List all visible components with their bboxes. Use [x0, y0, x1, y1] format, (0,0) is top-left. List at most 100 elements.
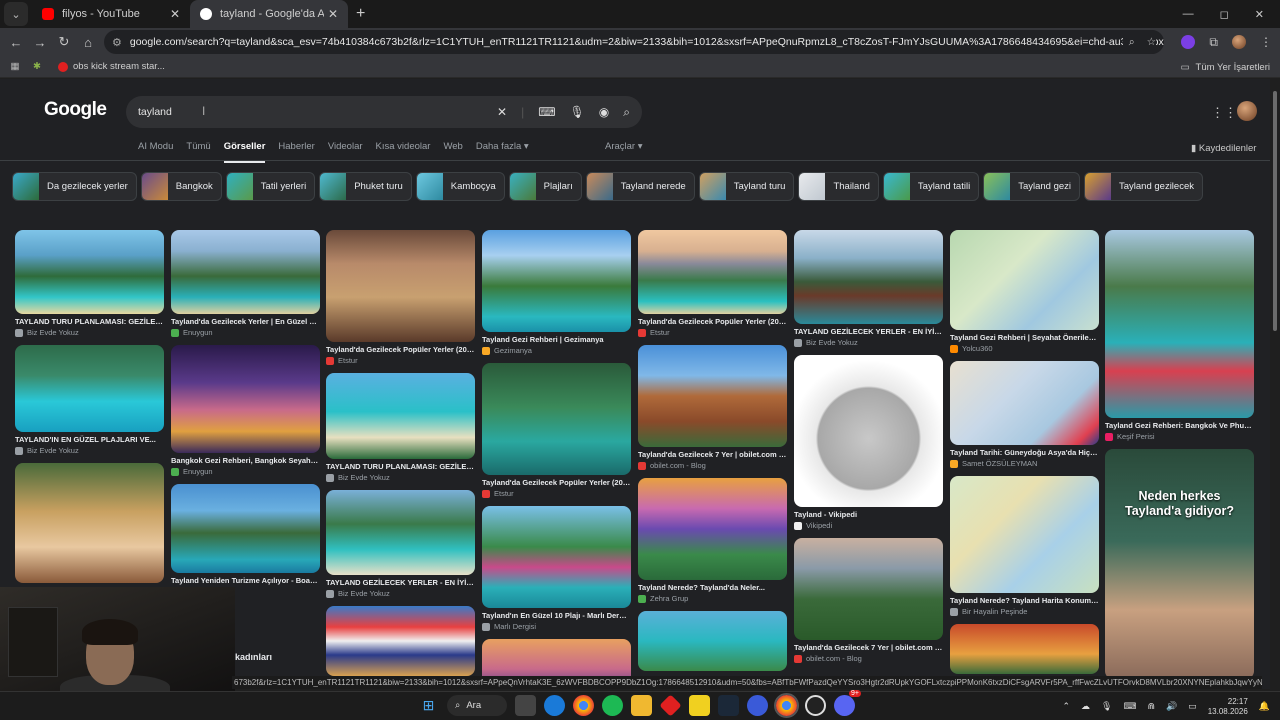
- result-image[interactable]: [638, 611, 787, 671]
- result-caption[interactable]: Tayland Tarihi: Güneydoğu Asya'da Hiç İş…: [950, 448, 1099, 457]
- result-source[interactable]: Zehra Grup: [638, 594, 787, 603]
- result-source[interactable]: Vikipedi: [794, 521, 943, 530]
- result-image[interactable]: [15, 463, 164, 583]
- chrome-active-icon[interactable]: [774, 693, 799, 718]
- back-icon[interactable]: ←: [4, 35, 28, 50]
- result-caption[interactable]: Tayland Gezi Rehberi | Gezimanya: [482, 335, 631, 344]
- result-source[interactable]: Bir Hayalin Peşinde: [950, 607, 1099, 616]
- result-source[interactable]: Yolcu360: [950, 344, 1099, 353]
- discord-icon[interactable]: 9+: [834, 690, 861, 716]
- edge-icon[interactable]: [544, 695, 565, 716]
- chip[interactable]: Tayland gezilecek: [1084, 172, 1203, 201]
- result-image[interactable]: [482, 363, 631, 475]
- tools-button[interactable]: Araçlar ▾: [605, 141, 643, 152]
- result-caption[interactable]: Tayland'ın En Güzel 10 Plajı - Marlı Der…: [482, 611, 631, 620]
- image-result[interactable]: Tayland'da Gezilecek 7 Yer | obilet.com …: [794, 538, 943, 663]
- chevron-up-icon[interactable]: ⌃: [1062, 701, 1070, 712]
- profile-avatar[interactable]: [1232, 35, 1246, 49]
- result-image[interactable]: [638, 345, 787, 447]
- result-caption[interactable]: Tayland'da Gezilecek 7 Yer | obilet.com …: [794, 643, 943, 652]
- maximize-button[interactable]: ◻: [1220, 8, 1229, 21]
- result-caption[interactable]: Tayland Gezi Rehberi: Bangkok Ve Phuket …: [1105, 421, 1254, 430]
- chip[interactable]: Phuket turu: [319, 172, 412, 201]
- bookmark-obs[interactable]: obs kick stream star...: [58, 61, 165, 72]
- zoom-icon[interactable]: ⌕: [1129, 36, 1135, 49]
- cloud-icon[interactable]: ☁: [1081, 701, 1090, 712]
- extension-icon[interactable]: [1181, 35, 1196, 49]
- result-image[interactable]: [638, 230, 787, 314]
- close-tab-icon[interactable]: ✕: [170, 7, 180, 21]
- result-caption[interactable]: TAYLAND TURU PLANLAMASI: GEZİLEC...: [326, 462, 475, 471]
- close-window-button[interactable]: ✕: [1255, 8, 1264, 21]
- result-caption[interactable]: Tayland Yeniden Turizme Açılıyor - Board…: [171, 576, 320, 585]
- result-image[interactable]: [171, 484, 320, 573]
- image-result[interactable]: [326, 606, 475, 676]
- result-image[interactable]: [950, 624, 1099, 674]
- chip[interactable]: Da gezilecek yerler: [12, 172, 137, 201]
- spotify-icon[interactable]: [602, 695, 623, 716]
- volume-icon[interactable]: 🔊: [1166, 701, 1177, 712]
- result-source[interactable]: Keşif Perisi: [1105, 432, 1254, 441]
- image-result[interactable]: [15, 463, 164, 583]
- close-tab-icon[interactable]: ✕: [328, 7, 338, 21]
- image-result[interactable]: Tayland Nerede? Tayland Harita Konumu...…: [950, 476, 1099, 616]
- result-caption[interactable]: Tayland Nerede? Tayland'da Neler...: [638, 583, 787, 592]
- chip[interactable]: Kamboçya: [415, 172, 505, 201]
- site-info-icon[interactable]: ⚙: [112, 36, 122, 49]
- clock[interactable]: 22:17 13.08.2026: [1208, 697, 1248, 717]
- result-image[interactable]: [794, 355, 943, 507]
- image-result[interactable]: TAYLAND GEZİLECEK YERLER - EN İYİ 1... B…: [326, 490, 475, 598]
- microphone-icon[interactable]: 🎙: [570, 105, 585, 119]
- bookmark-star-icon[interactable]: ☆: [1147, 36, 1156, 48]
- chip[interactable]: Tatil yerleri: [225, 172, 316, 201]
- image-result[interactable]: Tayland Nerede? Tayland'da Neler... Zehr…: [638, 478, 787, 603]
- windows-start-icon[interactable]: ⊞: [418, 695, 439, 716]
- apps-grid-icon[interactable]: ▦: [8, 61, 22, 72]
- result-caption[interactable]: TAYLAND'IN EN GÜZEL PLAJLARI VE...: [15, 435, 164, 444]
- image-result[interactable]: TAYLAND GEZİLECEK YERLER - EN İYİ 1... B…: [794, 230, 943, 347]
- chip[interactable]: Plajları: [508, 172, 582, 201]
- image-result[interactable]: Tayland'da Gezilecek Yerler | En Güzel 4…: [171, 230, 320, 337]
- result-caption[interactable]: Bangkok Gezi Rehberi, Bangkok Seyahat...: [171, 456, 320, 465]
- image-result[interactable]: Tayland'da Gezilecek Popüler Yerler (202…: [482, 363, 631, 498]
- result-image[interactable]: [171, 345, 320, 453]
- keyboard-icon[interactable]: ⌨: [1123, 701, 1136, 712]
- chip[interactable]: Thailand: [798, 172, 879, 201]
- result-caption[interactable]: Tayland'da Gezilecek 7 Yer | obilet.com …: [638, 450, 787, 459]
- result-image[interactable]: [15, 345, 164, 432]
- result-image[interactable]: [171, 230, 320, 314]
- result-source[interactable]: Biz Evde Yokuz: [15, 328, 164, 337]
- image-result[interactable]: Tayland Tarihi: Güneydoğu Asya'da Hiç İş…: [950, 361, 1099, 468]
- minimize-button[interactable]: —: [1183, 8, 1194, 20]
- result-source[interactable]: Gezimanya: [482, 346, 631, 355]
- menu-dots-icon[interactable]: ⋮: [1260, 35, 1272, 49]
- result-image[interactable]: [794, 538, 943, 640]
- keyboard-icon[interactable]: ⌨: [538, 105, 555, 119]
- google-logo[interactable]: Google: [44, 99, 107, 121]
- all-bookmarks[interactable]: ▭ Tüm Yer İşaretleri: [1181, 56, 1270, 78]
- folder-icon[interactable]: [631, 695, 652, 716]
- image-result[interactable]: Tayland - Vikipedi Vikipedi: [794, 355, 943, 530]
- result-source[interactable]: obilet.com - Blog: [794, 654, 943, 663]
- scrollbar-thumb[interactable]: [1273, 91, 1277, 331]
- chip[interactable]: Tayland gezi: [983, 172, 1080, 201]
- image-result[interactable]: Neden herkes Tayland'a gidiyor?: [1105, 449, 1254, 679]
- saved-button[interactable]: ▮ Kaydedilenler: [1191, 143, 1256, 154]
- result-source[interactable]: Etstur: [326, 356, 475, 365]
- chip[interactable]: Tayland nerede: [585, 172, 695, 201]
- result-source[interactable]: Samet ÖZSÜLEYMAN: [950, 459, 1099, 468]
- result-caption[interactable]: Tayland'da Gezilecek Yerler | En Güzel 4…: [171, 317, 320, 326]
- result-source[interactable]: Biz Evde Yokuz: [15, 446, 164, 455]
- tab-search-button[interactable]: ⌄: [4, 2, 28, 26]
- camera-lens-icon[interactable]: ◉: [599, 105, 609, 119]
- wifi-icon[interactable]: ⋒: [1147, 701, 1155, 712]
- chrome-icon[interactable]: [573, 695, 594, 716]
- page-scrollbar[interactable]: [1270, 79, 1280, 689]
- microphone-icon[interactable]: 🎙: [1101, 701, 1112, 712]
- battery-icon[interactable]: ▭: [1188, 701, 1197, 712]
- result-caption[interactable]: Tayland Gezi Rehberi | Seyahat Önerileri…: [950, 333, 1099, 342]
- image-result[interactable]: Tayland'da Gezilecek Popüler Yerler (202…: [638, 230, 787, 337]
- result-image[interactable]: [950, 476, 1099, 593]
- image-result[interactable]: Tayland Gezi Rehberi | Seyahat Önerileri…: [950, 230, 1099, 353]
- home-icon[interactable]: ⌂: [76, 35, 100, 50]
